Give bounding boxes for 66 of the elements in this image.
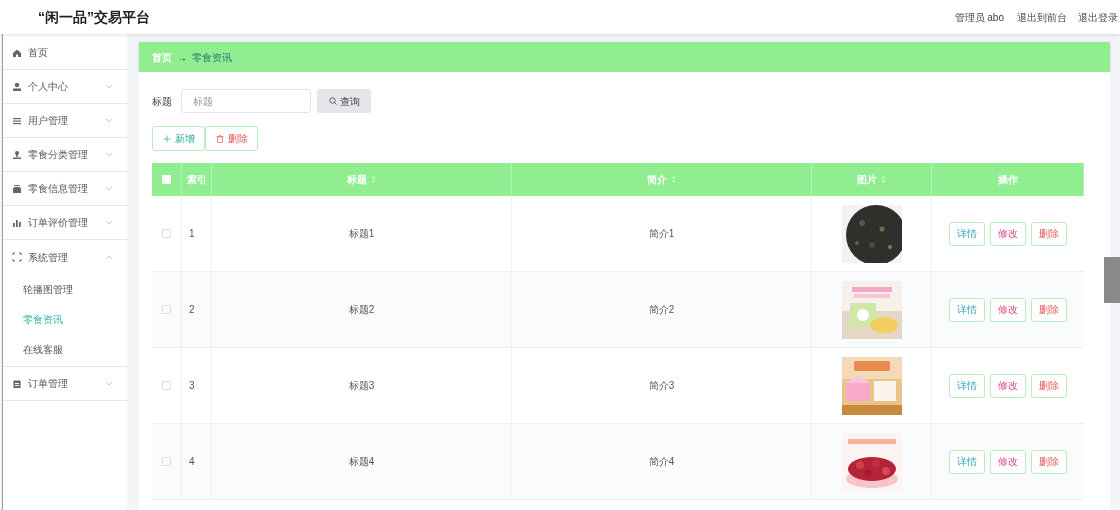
row-checkbox[interactable] [162,305,171,314]
submenu-item[interactable]: 零食资讯 [3,304,127,334]
select-all-checkbox[interactable] [162,175,171,184]
details-button[interactable]: 详情 [949,373,985,398]
search-label: 标题 [152,94,172,109]
sort-icon [881,175,886,184]
submenu-item[interactable]: 在线客服 [3,334,127,364]
plus-icon [162,134,171,143]
header-link[interactable]: 退出登录 [1078,9,1118,25]
table-cell-text: 简介4 [648,455,675,469]
details-button[interactable]: 详情 [949,221,985,246]
list-icon [12,115,22,126]
sidebar-item[interactable]: 订单管理 [3,367,127,401]
bar-chart-icon [12,217,22,228]
search-field[interactable]: 标题 [181,89,311,113]
table-cell-text: 4 [189,455,195,469]
home-icon [12,47,22,58]
trash-icon [215,134,224,143]
sidebar-item[interactable]: 零食信息管理 [3,172,127,206]
table-cell-text: 1 [189,227,195,241]
table-cell-text: 3 [189,379,195,393]
table-cell-text: 简介2 [648,303,675,317]
edit-button[interactable]: 修改 [990,221,1026,246]
sidebar-item[interactable]: 订单评价管理 [3,206,127,240]
clipboard-icon [12,378,22,389]
header-link[interactable]: 退出到前台 [1017,9,1067,25]
sidebar-item[interactable]: 首页 [3,36,127,70]
delete-button[interactable]: 删除 [1031,297,1067,322]
sidebar-item[interactable]: 零食分类管理 [3,138,127,172]
sidebar-item[interactable]: 用户管理 [3,104,127,138]
table-cell-text: 简介3 [648,379,675,393]
person-icon [12,149,22,160]
details-button[interactable]: 详情 [949,297,985,322]
row-checkbox[interactable] [162,381,171,390]
sort-icon [371,175,376,184]
submenu-item[interactable]: 轮播图管理 [3,274,127,304]
briefcase-icon [12,183,22,194]
breadcrumb-separator: → [177,50,187,65]
table-cell-text: 标题3 [348,379,375,393]
user-icon [12,81,22,92]
sidebar-item[interactable]: 系统管理 [3,240,127,274]
sidebar-item[interactable]: 个人中心 [3,70,127,104]
breadcrumb-link[interactable]: 零食资讯 [192,49,232,65]
scrollbar-thumb[interactable] [1104,257,1120,303]
table-cell-text: 标题2 [348,303,375,317]
frame-icon [12,252,22,262]
search-icon [328,97,337,105]
delete-button[interactable]: 删除 [1031,221,1067,246]
sort-icon [671,175,676,184]
edit-button[interactable]: 修改 [990,373,1026,398]
app-title: “闲一品”交易平台 [38,7,151,27]
delete-button[interactable]: 删除 [1031,449,1067,474]
table-cell-text: 标题1 [348,227,375,241]
user-label: 管理员 abo [954,10,1004,25]
search-button[interactable]: 查询 [317,89,371,113]
row-checkbox[interactable] [162,457,171,466]
edit-button[interactable]: 修改 [990,297,1026,322]
delete-button[interactable]: 删除 [1031,373,1067,398]
table-cell-text: 简介1 [648,227,675,241]
details-button[interactable]: 详情 [949,449,985,474]
table-cell-text: 标题4 [348,455,375,469]
delete-button[interactable]: 删除 [205,126,258,151]
edit-button[interactable]: 修改 [990,449,1026,474]
table-cell-text: 2 [189,303,195,317]
row-checkbox[interactable] [162,229,171,238]
add-button[interactable]: 新增 [152,126,205,151]
